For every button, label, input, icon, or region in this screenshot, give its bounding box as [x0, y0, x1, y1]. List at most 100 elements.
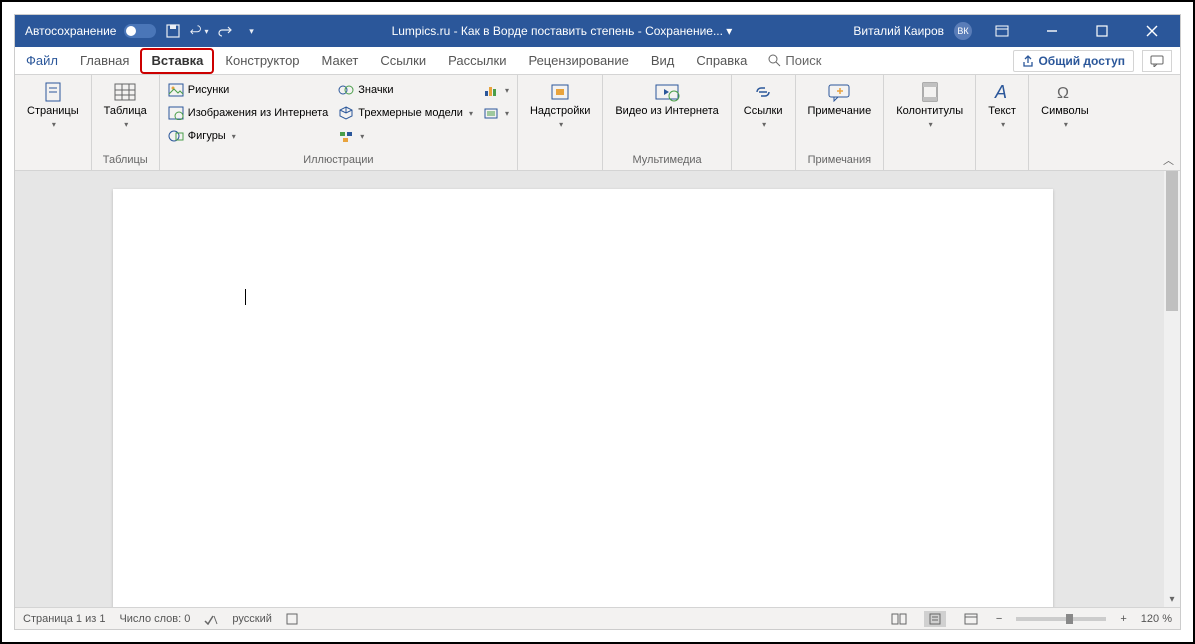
- macro-icon[interactable]: [286, 613, 298, 625]
- table-icon: [111, 81, 139, 103]
- zoom-slider[interactable]: [1016, 617, 1106, 621]
- minimize-button[interactable]: [1032, 15, 1072, 47]
- comment-button[interactable]: Примечание: [800, 77, 880, 122]
- vertical-scrollbar[interactable]: ▾: [1164, 171, 1180, 607]
- new-comment-icon: [825, 81, 853, 103]
- pictures-button[interactable]: Рисунки: [164, 79, 332, 101]
- statusbar: Страница 1 из 1 Число слов: 0 русский − …: [15, 607, 1180, 629]
- tab-insert[interactable]: Вставка: [140, 48, 214, 74]
- comments-pane-button[interactable]: [1142, 50, 1172, 72]
- group-tables: Таблица▾ Таблицы: [92, 75, 160, 170]
- tab-design[interactable]: Конструктор: [214, 47, 310, 75]
- pages-button[interactable]: Страницы▾: [19, 77, 87, 134]
- shapes-button[interactable]: Фигуры▾: [164, 125, 332, 147]
- web-layout-icon[interactable]: [960, 611, 982, 627]
- links-button[interactable]: Ссылки▾: [736, 77, 791, 134]
- group-media: Видео из Интернета Мультимедиа: [603, 75, 731, 170]
- picture-icon: [168, 82, 184, 98]
- headerfooter-button[interactable]: Колонтитулы▾: [888, 77, 971, 134]
- 3d-models-button[interactable]: Трехмерные модели▾: [334, 102, 477, 124]
- tab-review[interactable]: Рецензирование: [517, 47, 639, 75]
- textbox-icon: A: [988, 81, 1016, 103]
- addins-button[interactable]: Надстройки▾: [522, 77, 598, 134]
- user-avatar[interactable]: ВК: [954, 22, 972, 40]
- read-mode-icon[interactable]: [888, 611, 910, 627]
- screenshot-button[interactable]: ▾: [479, 102, 513, 124]
- save-icon[interactable]: [164, 22, 182, 40]
- group-headerfooter: Колонтитулы▾: [884, 75, 976, 170]
- svg-text:Ω: Ω: [1057, 85, 1069, 102]
- app-window: Автосохранение ▾ ▾ Lumpics.ru - Как в Во…: [14, 14, 1181, 630]
- group-illustrations: Рисунки Изображения из Интернета Фигуры▾…: [160, 75, 518, 170]
- online-pictures-button[interactable]: Изображения из Интернета: [164, 102, 332, 124]
- tab-view[interactable]: Вид: [640, 47, 686, 75]
- group-comments: Примечание Примечания: [796, 75, 885, 170]
- symbols-button[interactable]: Ω Символы▾: [1033, 77, 1097, 134]
- collapse-ribbon-icon[interactable]: ︿: [1163, 152, 1174, 168]
- tab-mailings[interactable]: Рассылки: [437, 47, 517, 75]
- online-picture-icon: [168, 105, 184, 121]
- autosave-label: Автосохранение: [25, 24, 116, 38]
- svg-text:A: A: [994, 82, 1007, 102]
- headerfooter-icon: [916, 81, 944, 103]
- language-indicator[interactable]: русский: [232, 613, 271, 625]
- smartart-button[interactable]: ▾: [334, 125, 477, 147]
- tab-layout[interactable]: Макет: [311, 47, 370, 75]
- chart-icon: [483, 82, 499, 98]
- page-icon: [39, 81, 67, 103]
- group-symbols: Ω Символы▾: [1029, 75, 1101, 170]
- scroll-down-icon[interactable]: ▾: [1164, 591, 1180, 607]
- page-indicator[interactable]: Страница 1 из 1: [23, 613, 105, 625]
- group-text: A Текст▾: [976, 75, 1029, 170]
- smartart-icon: [338, 128, 354, 144]
- link-icon: [749, 81, 777, 103]
- document-page[interactable]: [113, 189, 1053, 607]
- zoom-out-button[interactable]: −: [996, 613, 1002, 625]
- icons-icon: [338, 82, 354, 98]
- icons-button[interactable]: Значки: [334, 79, 477, 101]
- online-video-button[interactable]: Видео из Интернета: [607, 77, 726, 122]
- search-box[interactable]: Поиск: [758, 53, 831, 68]
- search-icon: [768, 54, 781, 67]
- addins-icon: [546, 81, 574, 103]
- close-button[interactable]: [1132, 15, 1172, 47]
- tab-file[interactable]: Файл: [15, 47, 69, 75]
- chart-button[interactable]: ▾: [479, 79, 513, 101]
- ribbon-display-icon[interactable]: [982, 15, 1022, 47]
- video-icon: [653, 81, 681, 103]
- qat-customize-icon[interactable]: ▾: [242, 22, 260, 40]
- titlebar: Автосохранение ▾ ▾ Lumpics.ru - Как в Во…: [15, 15, 1180, 47]
- scrollbar-thumb[interactable]: [1166, 171, 1178, 311]
- shapes-icon: [168, 128, 184, 144]
- tab-home[interactable]: Главная: [69, 47, 140, 75]
- omega-icon: Ω: [1051, 81, 1079, 103]
- screenshot-icon: [483, 105, 499, 121]
- maximize-button[interactable]: [1082, 15, 1122, 47]
- zoom-in-button[interactable]: +: [1120, 613, 1126, 625]
- table-button[interactable]: Таблица▾: [96, 77, 155, 134]
- cube-icon: [338, 105, 354, 121]
- share-icon: [1022, 55, 1034, 67]
- tab-row: Файл Главная Вставка Конструктор Макет С…: [15, 47, 1180, 75]
- tab-references[interactable]: Ссылки: [369, 47, 437, 75]
- share-button[interactable]: Общий доступ: [1013, 50, 1134, 72]
- text-cursor: [245, 289, 246, 305]
- group-addins: Надстройки▾: [518, 75, 603, 170]
- group-links: Ссылки▾: [732, 75, 796, 170]
- spellcheck-icon[interactable]: [204, 613, 218, 625]
- tab-help[interactable]: Справка: [685, 47, 758, 75]
- group-pages: Страницы▾: [15, 75, 92, 170]
- text-button[interactable]: A Текст▾: [980, 77, 1024, 134]
- autosave-toggle[interactable]: [124, 24, 156, 38]
- redo-icon[interactable]: [216, 22, 234, 40]
- workspace: ▾: [15, 171, 1180, 607]
- comment-icon: [1150, 55, 1164, 67]
- document-title: Lumpics.ru - Как в Ворде поставить степе…: [270, 24, 853, 38]
- user-name: Виталий Каиров: [853, 24, 944, 38]
- ribbon: Страницы▾ Таблица▾ Таблицы Рисунки Изобр…: [15, 75, 1180, 171]
- zoom-level[interactable]: 120 %: [1141, 613, 1172, 625]
- zoom-slider-thumb[interactable]: [1066, 614, 1073, 624]
- undo-icon[interactable]: ▾: [190, 22, 208, 40]
- word-count[interactable]: Число слов: 0: [119, 613, 190, 625]
- print-layout-icon[interactable]: [924, 611, 946, 627]
